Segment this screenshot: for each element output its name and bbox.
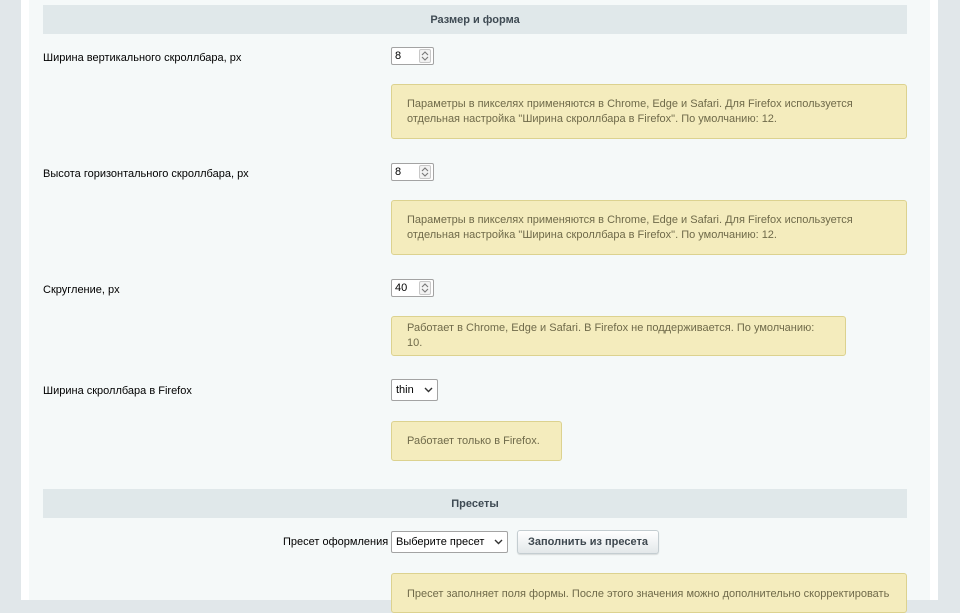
horizontal-height-note: Параметры в пикселях применяются в Chrom… [391, 200, 907, 255]
note-text: Работает в Chrome, Edge и Safari. В Fire… [407, 322, 815, 349]
chevron-down-icon [424, 384, 433, 396]
select-value: Выберите пресет [396, 536, 485, 548]
note-text: Параметры в пикселях применяются в Chrom… [407, 97, 853, 125]
firefox-width-select[interactable]: thin [391, 379, 438, 401]
rounding-note: Работает в Chrome, Edge и Safari. В Fire… [391, 316, 846, 356]
fill-from-preset-button[interactable]: Заполнить из пресета [517, 530, 659, 554]
horizontal-height-input[interactable]: 8 [391, 163, 434, 181]
vertical-width-input[interactable]: 8 [391, 47, 434, 65]
button-label: Заполнить из пресета [528, 536, 648, 548]
spinner-arrows-icon[interactable] [419, 281, 431, 295]
section-title: Размер и форма [430, 13, 520, 26]
spinner-arrows-icon[interactable] [419, 165, 431, 179]
preset-label: Пресет оформления [283, 536, 389, 548]
firefox-width-label: Ширина скроллбара в Firefox [43, 385, 192, 397]
preset-select[interactable]: Выберите пресет [391, 531, 508, 553]
note-text: Параметры в пикселях применяются в Chrom… [407, 213, 853, 241]
select-value: thin [396, 384, 414, 396]
section-header-presets: Пресеты [43, 489, 907, 518]
rounding-input[interactable]: 40 [391, 279, 434, 297]
vertical-width-note: Параметры в пикселях применяются в Chrom… [391, 84, 907, 139]
section-header-size-shape: Размер и форма [43, 5, 907, 34]
settings-page: Размер и форма Ширина вертикального скро… [21, 0, 938, 613]
rounding-label: Скругление, px [43, 284, 120, 296]
chevron-down-icon [494, 536, 503, 548]
preset-note: Пресет заполняет поля формы. После этого… [391, 573, 907, 613]
spinner-arrows-icon[interactable] [419, 49, 431, 63]
input-value: 8 [395, 50, 402, 62]
settings-form: Размер и форма Ширина вертикального скро… [29, 0, 930, 613]
note-text: Работает только в Firefox. [407, 434, 540, 447]
input-value: 8 [395, 166, 402, 178]
input-value: 40 [395, 282, 408, 294]
vertical-width-label: Ширина вертикального скроллбара, px [43, 52, 242, 64]
horizontal-height-label: Высота горизонтального скроллбара, px [43, 168, 249, 180]
section-title: Пресеты [451, 497, 499, 510]
firefox-width-note: Работает только в Firefox. [391, 421, 562, 461]
